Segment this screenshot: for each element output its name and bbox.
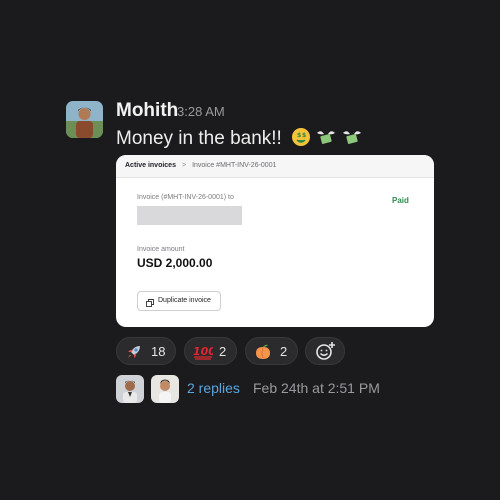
svg-text:100: 100 <box>193 345 213 358</box>
reaction-count: 2 <box>219 344 227 359</box>
reply-avatar[interactable] <box>116 375 144 403</box>
peach-icon <box>254 343 272 364</box>
breadcrumb-separator: > <box>181 162 187 169</box>
svg-text:$: $ <box>297 132 301 139</box>
money-with-wings-icon <box>341 127 363 153</box>
hundred-points-icon: 100 <box>193 343 216 364</box>
reaction-count: 18 <box>151 344 166 359</box>
thread-replies-link[interactable]: 2 replies <box>187 380 240 396</box>
invoice-amount: USD 2,000.00 <box>137 256 213 270</box>
duplicate-invoice-label: Duplicate invoice <box>158 297 211 304</box>
author-name[interactable]: Mohith <box>116 100 178 122</box>
author-avatar[interactable] <box>66 101 103 138</box>
breadcrumb-active-invoices: Active invoices <box>125 162 176 169</box>
money-with-wings-icon <box>315 127 337 153</box>
money-mouth-face-icon: $ $ <box>291 127 311 153</box>
invoice-recipient-label: Invoice (#MHT-INV-26-0001) to <box>137 194 234 201</box>
reply-avatar[interactable] <box>151 375 179 403</box>
copy-icon <box>146 297 154 315</box>
rocket-icon <box>125 343 143 364</box>
reaction-peach[interactable]: 2 <box>245 337 298 365</box>
add-reaction-button[interactable] <box>305 337 345 365</box>
add-emoji-icon <box>315 341 337 366</box>
invoice-amount-label: Invoice amount <box>137 246 185 253</box>
last-reply-timestamp: Feb 24th at 2:51 PM <box>253 380 380 396</box>
redacted-recipient <box>137 206 242 225</box>
message-text: Money in the bank!! $ $ <box>116 127 363 153</box>
svg-text:$: $ <box>302 132 306 139</box>
reaction-hundred-points[interactable]: 100 2 <box>184 337 237 365</box>
breadcrumb-current-invoice: Invoice #MHT-INV-26-0001 <box>192 162 277 169</box>
breadcrumb: Active invoices > Invoice #MHT-INV-26-0001 <box>116 155 434 178</box>
invoice-card[interactable]: Active invoices > Invoice #MHT-INV-26-0001… <box>116 155 434 327</box>
message-timestamp[interactable]: 3:28 AM <box>177 104 225 119</box>
duplicate-invoice-button: Duplicate invoice <box>137 291 221 311</box>
status-badge: Paid <box>392 196 409 205</box>
message-body: Money in the bank!! <box>116 128 282 149</box>
reaction-rocket[interactable]: 18 <box>116 337 176 365</box>
reaction-count: 2 <box>280 344 288 359</box>
